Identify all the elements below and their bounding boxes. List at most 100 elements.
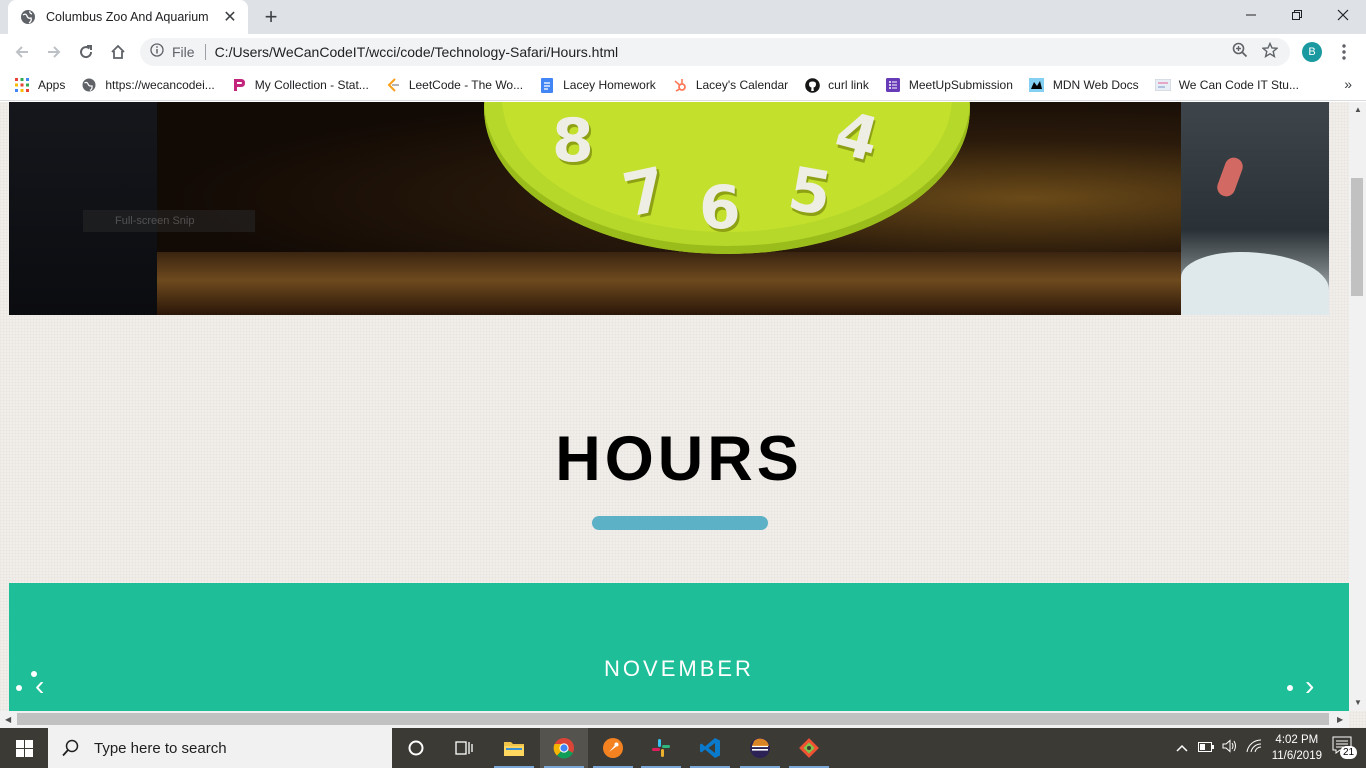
wifi-icon[interactable]: [1246, 738, 1262, 758]
postman-button[interactable]: [589, 728, 637, 768]
bookmark-lacey-homework[interactable]: Lacey Homework: [539, 77, 656, 93]
bookmark-label: My Collection - Stat...: [254, 78, 369, 92]
home-button[interactable]: [104, 38, 132, 66]
notification-badge: 21: [1340, 746, 1358, 759]
profile-avatar[interactable]: B: [1302, 42, 1322, 62]
folder-icon: [504, 742, 524, 756]
search-icon: [62, 739, 79, 757]
system-tray: 4:02 PM 11/6/2019 21: [1176, 728, 1366, 768]
carousel-dot[interactable]: [16, 685, 22, 691]
horizontal-scrollbar[interactable]: ◀ ▶: [0, 711, 1349, 728]
minimize-button[interactable]: [1228, 0, 1274, 30]
vscode-button[interactable]: [686, 728, 734, 768]
bookmark-my-collection[interactable]: My Collection - Stat...: [231, 77, 369, 93]
bookmark-apps[interactable]: Apps: [14, 77, 65, 93]
chrome-icon: [553, 738, 574, 759]
vertical-scroll-thumb[interactable]: [1351, 178, 1363, 296]
next-month-arrow[interactable]: ›: [1305, 671, 1314, 701]
task-view-button[interactable]: [440, 728, 488, 768]
system-clock[interactable]: 4:02 PM 11/6/2019: [1272, 732, 1322, 764]
more-bookmarks-icon[interactable]: »: [1344, 76, 1352, 92]
globe-icon: [81, 77, 97, 93]
url-text[interactable]: C:/Users/WeCanCodeIT/wcci/code/Technolog…: [215, 44, 1232, 60]
bookmark-wecancode[interactable]: https://wecancodei...: [81, 77, 215, 93]
bookmark-meetup-submission[interactable]: MeetUpSubmission: [885, 77, 1013, 93]
slack-icon: [652, 739, 670, 757]
hero-slide-clock: 8 7 6 5 4: [157, 102, 1181, 315]
page-viewport: 8 7 6 5 4 Full-screen Snip HOURS NOVEMBE…: [0, 102, 1366, 728]
vertical-scrollbar[interactable]: ▲ ▼: [1349, 102, 1366, 711]
chrome-button[interactable]: [540, 728, 588, 768]
windows-logo-icon: [15, 739, 33, 757]
address-bar[interactable]: File C:/Users/WeCanCodeIT/wcci/code/Tech…: [140, 38, 1290, 66]
hubspot-icon: [672, 77, 688, 93]
task-view-icon: [455, 741, 473, 755]
bookmark-mdn[interactable]: MDN Web Docs: [1029, 77, 1139, 93]
browser-tab[interactable]: Columbus Zoo And Aquarium ✕: [8, 0, 248, 34]
action-center-icon[interactable]: 21: [1332, 736, 1358, 760]
snip-tooltip: Full-screen Snip: [83, 210, 255, 232]
bookmark-leetcode[interactable]: LeetCode - The Wo...: [385, 77, 523, 93]
clock-number: 8: [552, 106, 594, 176]
horizontal-scroll-thumb[interactable]: [17, 713, 1329, 725]
tab-strip: Columbus Zoo And Aquarium ✕ +: [0, 0, 1366, 34]
forward-button[interactable]: [40, 38, 68, 66]
globe-icon: [20, 9, 36, 25]
hero-slide-flamingo: [1181, 102, 1329, 315]
close-window-button[interactable]: [1320, 0, 1366, 30]
volume-icon[interactable]: [1222, 738, 1238, 758]
month-label: NOVEMBER: [604, 656, 754, 681]
clock-time: 4:02 PM: [1275, 734, 1319, 746]
new-tab-button[interactable]: +: [258, 4, 284, 30]
file-explorer-button[interactable]: [490, 728, 538, 768]
show-hidden-icons-icon[interactable]: [1176, 739, 1188, 757]
doc-icon: [539, 77, 555, 93]
prev-month-arrow[interactable]: ‹: [35, 671, 44, 701]
back-button[interactable]: [8, 38, 36, 66]
bookmark-wcci-students[interactable]: We Can Code IT Stu...: [1154, 77, 1299, 93]
hero-slide-left: [9, 102, 157, 315]
clock-number: 6: [699, 173, 741, 243]
wcci-icon: [1154, 77, 1171, 93]
bookmark-star-icon[interactable]: [1261, 41, 1279, 63]
vscode-icon: [700, 738, 720, 758]
browser-toolbar: File C:/Users/WeCanCodeIT/wcci/code/Tech…: [0, 34, 1366, 70]
slack-button[interactable]: [637, 728, 685, 768]
hero-carousel: 8 7 6 5 4 Full-screen Snip: [9, 102, 1329, 315]
reload-button[interactable]: [72, 38, 100, 66]
rock-image: [1181, 252, 1329, 315]
git-kraken-button[interactable]: [785, 728, 833, 768]
eclipse-button[interactable]: [736, 728, 784, 768]
info-icon[interactable]: [150, 42, 164, 62]
git-icon: [799, 738, 819, 758]
clock-date: 11/6/2019: [1271, 750, 1322, 762]
scroll-down-icon[interactable]: ▼: [1354, 698, 1362, 707]
bookmark-lacey-calendar[interactable]: Lacey's Calendar: [672, 77, 788, 93]
flamingo-image: [1214, 155, 1246, 199]
scroll-right-icon[interactable]: ▶: [1337, 715, 1343, 724]
bookmark-curl-link[interactable]: curl link: [804, 77, 869, 93]
hero-floor: [157, 252, 1181, 315]
scroll-left-icon[interactable]: ◀: [5, 715, 11, 724]
title-underline: [592, 516, 768, 530]
close-tab-icon[interactable]: ✕: [222, 7, 238, 27]
taskbar-search[interactable]: Type here to search: [48, 728, 392, 768]
form-icon: [885, 77, 901, 93]
scroll-up-icon[interactable]: ▲: [1354, 105, 1362, 114]
start-button[interactable]: [0, 728, 48, 768]
page-title: HOURS: [555, 424, 803, 494]
carousel-dot[interactable]: [1287, 685, 1293, 691]
calendar-carousel: NOVEMBER ‹ ›: [9, 583, 1349, 728]
menu-dots-icon[interactable]: [1334, 42, 1354, 62]
bookmark-label: MeetUpSubmission: [908, 78, 1013, 92]
cortana-icon: [408, 740, 424, 756]
taskbar: Type here to search 4:02 PM 11/6/2019 21: [0, 728, 1366, 768]
mdn-icon: [1029, 77, 1045, 93]
p-logo-icon: [231, 77, 247, 93]
zoom-icon[interactable]: [1232, 42, 1248, 63]
cortana-button[interactable]: [392, 728, 440, 768]
restore-button[interactable]: [1274, 0, 1320, 30]
bookmark-label: Lacey Homework: [563, 78, 656, 92]
battery-icon[interactable]: [1197, 739, 1214, 757]
bookmark-label: LeetCode - The Wo...: [408, 78, 524, 92]
